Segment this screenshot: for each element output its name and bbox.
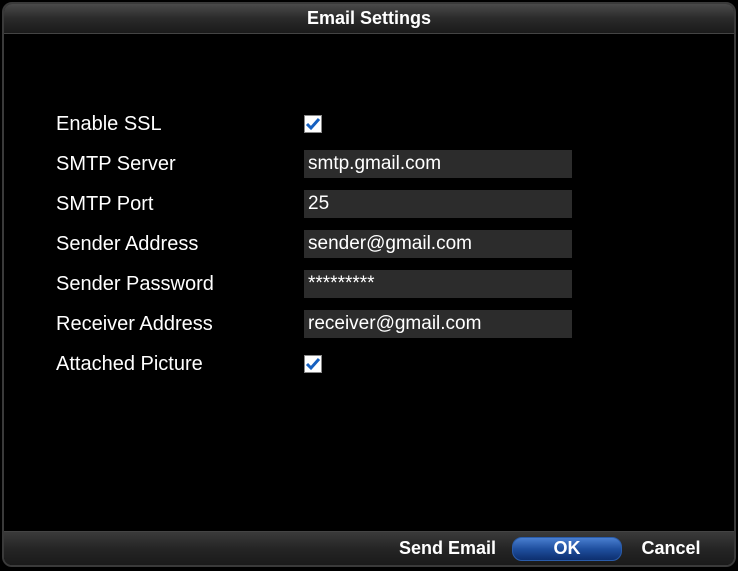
input-smtp-port[interactable]: [304, 190, 572, 218]
send-email-button[interactable]: Send Email: [387, 537, 508, 561]
row-smtp-port: SMTP Port: [56, 184, 694, 224]
ok-button[interactable]: OK: [512, 537, 622, 561]
dialog-footer: Send Email OK Cancel: [4, 531, 734, 565]
label-sender-password: Sender Password: [56, 273, 304, 296]
input-receiver-address[interactable]: [304, 310, 572, 338]
label-enable-ssl: Enable SSL: [56, 113, 304, 136]
email-settings-dialog: Email Settings Enable SSL SMTP Server SM…: [2, 2, 736, 567]
row-sender-password: Sender Password: [56, 264, 694, 304]
input-smtp-server[interactable]: [304, 150, 572, 178]
label-attached-picture: Attached Picture: [56, 353, 304, 376]
cancel-button[interactable]: Cancel: [626, 537, 716, 561]
dialog-title: Email Settings: [307, 8, 431, 29]
row-enable-ssl: Enable SSL: [56, 104, 694, 144]
label-smtp-server: SMTP Server: [56, 153, 304, 176]
row-smtp-server: SMTP Server: [56, 144, 694, 184]
label-smtp-port: SMTP Port: [56, 193, 304, 216]
row-attached-picture: Attached Picture: [56, 344, 694, 384]
label-sender-address: Sender Address: [56, 233, 304, 256]
label-receiver-address: Receiver Address: [56, 313, 304, 336]
row-sender-address: Sender Address: [56, 224, 694, 264]
checkbox-attached-picture[interactable]: [304, 355, 322, 373]
row-receiver-address: Receiver Address: [56, 304, 694, 344]
input-sender-address[interactable]: [304, 230, 572, 258]
dialog-titlebar: Email Settings: [4, 4, 734, 34]
check-icon: [305, 356, 321, 372]
input-sender-password[interactable]: [304, 270, 572, 298]
dialog-content: Enable SSL SMTP Server SMTP Port Sender …: [4, 34, 734, 531]
checkbox-enable-ssl[interactable]: [304, 115, 322, 133]
check-icon: [305, 116, 321, 132]
